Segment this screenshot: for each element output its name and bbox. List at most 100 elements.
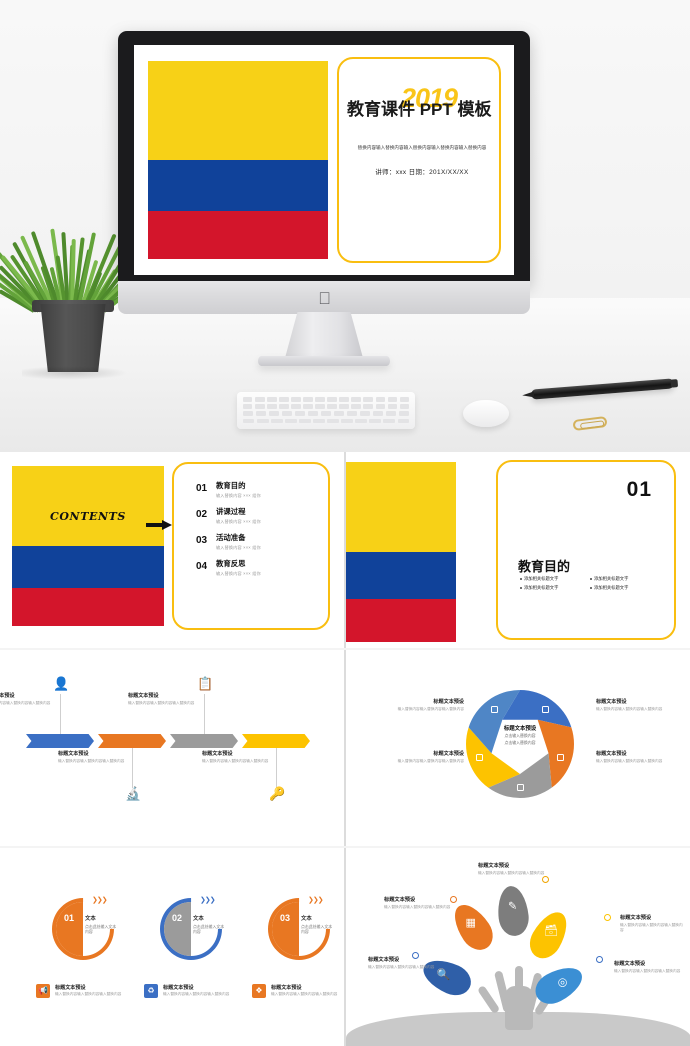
label-desc: 输入替换内容输入替换内容输入替换内容 — [397, 759, 464, 763]
label-desc: 输入替换内容输入替换内容输入替换内容 — [478, 871, 545, 875]
item-title: 教育反思 — [216, 558, 246, 568]
contents-card: 01 教育目的 输入替换内容 ××× 组你 02 讲课过程 输入替换内容 ××× 组你 03… — [172, 462, 330, 630]
process-arrow[interactable] — [98, 734, 166, 748]
monitor-foot — [258, 356, 390, 366]
process-label: 标题文本预设输入替换内容输入替换内容输入替换内容 — [0, 692, 54, 706]
circles-slide[interactable]: 01 ❯❯❯ 文本 点击此处输入文本内容 02 ❯❯❯ 文本 点击此处输入文本内容 03 ❯❯❯ 文… — [0, 848, 344, 1046]
process-arrow[interactable] — [26, 734, 94, 748]
chevrons-icon: ❯❯❯ — [308, 897, 324, 904]
bullet-item: 添加相关标题文字 — [520, 576, 582, 582]
contents-slide[interactable]: CONTENTS 01 教育目的 输入替换内容 ××× 组你 02 讲课过程 输入替换内容… — [0, 452, 344, 648]
flask-icon: 🔬 — [125, 786, 142, 801]
meta-text: 讲师：xxx 日期：201X/XX/XX — [375, 169, 469, 176]
process-label: 标题文本预设输入替换内容输入替换内容输入替换内容 — [202, 750, 272, 764]
circle-desc: 点击此处输入文本内容 — [193, 924, 225, 935]
section-bullets: 添加相关标题文字 添加相关标题文字 添加相关标题文字 添加相关标题文字 — [520, 576, 660, 591]
tree-marker-icon — [450, 896, 457, 903]
pentagon-label: 标题文本预设 输入替换内容输入替换内容输入替换内容 — [390, 750, 464, 764]
title-card: 2019 教育课件 PPT 模板 替换内容输入替换内容输入替换内容输入替换内容输… — [337, 57, 501, 263]
item-number: 03 — [196, 534, 208, 546]
search-icon: 🔍 — [436, 968, 451, 981]
contents-heading: CONTENTS — [50, 510, 126, 523]
process-arrow[interactable] — [170, 734, 238, 748]
potted-plant — [0, 218, 165, 380]
circle-number: 03 — [279, 913, 290, 923]
label-title: 标题文本预设 — [368, 957, 400, 963]
bullet-label: 添加相关标题文字 — [524, 576, 559, 581]
section-slide[interactable]: 01 教育目的 添加相关标题文字 添加相关标题文字 添加相关标题文字 添加相关标题文字 — [346, 452, 690, 648]
process-arrow[interactable] — [242, 734, 310, 748]
pentagon-label: 标题文本预设 输入替换内容输入替换内容输入替换内容 — [596, 750, 670, 764]
circle-label: 文本 — [193, 916, 204, 922]
legend-desc: 输入替换内容输入替换内容输入替换内容 — [55, 992, 122, 996]
list-item[interactable]: 02 讲课过程 输入替换内容 ××× 组你 — [196, 507, 316, 525]
process-slide[interactable]: 👤标题文本预设输入替换内容输入替换内容输入替换内容🔬标题文本预设输入替换内容输入… — [0, 650, 344, 846]
network-icon: ❖ — [252, 984, 266, 998]
document-icon — [475, 753, 483, 761]
tree-label: 标题文本预设 输入替换内容输入替换内容输入替换内容 — [368, 956, 454, 970]
pentagon-slide[interactable]: 标题文本预设 点击输入替换内容 点击输入替换内容 标题文本预设 输入替换内容输入替… — [346, 650, 690, 846]
tree-slide[interactable]: ▦ ✎ 🗃 🔍 ◎ 标题文本预设 输入替换内容输入替换内容输入替换内容 标题文本预设 输入替换… — [346, 848, 690, 1046]
list-item[interactable]: 01 教育目的 输入替换内容 ××× 组你 — [196, 481, 316, 499]
numbered-circle[interactable]: 02 ❯❯❯ 文本 点击此处输入文本内容 — [147, 885, 235, 973]
label-title: 标题文本预设 — [384, 897, 416, 903]
monitor-neck — [285, 312, 363, 358]
section-title: 教育目的 — [518, 559, 571, 574]
circle-desc: 点击此处输入文本内容 — [85, 924, 117, 935]
qr-icon: ▦ — [465, 917, 476, 930]
slide-row-1: CONTENTS 01 教育目的 输入替换内容 ××× 组你 02 讲课过程 输入替换内容… — [0, 452, 690, 648]
bullet-label: 添加相关标题文字 — [594, 576, 629, 581]
minus-box-icon — [516, 783, 524, 791]
label-title: 标题文本预设 — [128, 693, 159, 699]
pencil-icon: ✎ — [507, 900, 518, 913]
tree-label: 标题文本预设 输入替换内容输入替换内容输入替换内容 — [620, 914, 686, 934]
lock-icon: 🔑 — [269, 786, 286, 801]
recycle-icon: ♻ — [144, 984, 158, 998]
connector-line — [60, 694, 61, 734]
tree-label: 标题文本预设 输入替换内容输入替换内容输入替换内容 — [384, 896, 470, 910]
badge-icon — [557, 753, 565, 761]
label-title: 标题文本预设 — [433, 699, 464, 705]
bullet-dot-icon — [590, 578, 592, 580]
item-number: 04 — [196, 560, 208, 572]
label-desc: 输入替换内容输入替换内容输入替换内容 — [202, 759, 269, 763]
center-title: 标题文本预设 — [503, 726, 537, 732]
section-card: 01 教育目的 添加相关标题文字 添加相关标题文字 添加相关标题文字 添加相关标题文字 — [496, 460, 676, 640]
chevrons-icon: ❯❯❯ — [200, 897, 216, 904]
apple-logo-icon:  — [317, 290, 332, 307]
tree-label: 标题文本预设 输入替换内容输入替换内容输入替换内容 — [614, 960, 686, 974]
label-title: 标题文本预设 — [202, 751, 233, 757]
legend-title: 标题文本预设 — [55, 985, 86, 991]
label-desc: 输入替换内容输入替换内容输入替换内容 — [596, 759, 663, 763]
slide-row-2: 👤标题文本预设输入替换内容输入替换内容输入替换内容🔬标题文本预设输入替换内容输入… — [0, 650, 690, 846]
item-number: 02 — [196, 508, 208, 520]
item-title: 教育目的 — [216, 481, 246, 490]
page-title: 教育课件 PPT 模板 — [347, 100, 492, 119]
list-item[interactable]: 04 教育反思 输入替换内容 ××× 组你 — [196, 558, 316, 577]
list-item[interactable]: 03 活动准备 输入替换内容 ××× 组你 — [196, 533, 316, 551]
title-slide: 2019 教育课件 PPT 模板 替换内容输入替换内容输入替换内容输入替换内容输… — [134, 45, 514, 275]
connector-line — [132, 748, 133, 788]
label-title: 标题文本预设 — [614, 961, 646, 967]
legend-item[interactable]: 📢 标题文本预设 输入替换内容输入替换内容输入替换内容 — [36, 984, 136, 998]
tree-leaf[interactable]: ✎ — [495, 884, 531, 938]
process-label: 标题文本预设输入替换内容输入替换内容输入替换内容 — [128, 692, 198, 706]
bullet-label: 添加相关标题文字 — [594, 585, 629, 590]
bullet-dot-icon — [520, 587, 522, 589]
database-icon: 🗃 — [544, 925, 558, 938]
label-title: 标题文本预设 — [620, 915, 652, 921]
subtitle-text: 替换内容输入替换内容输入替换内容输入替换内容输入替换内容 — [357, 145, 487, 150]
legend-title: 标题文本预设 — [271, 985, 302, 991]
circle-label: 文本 — [85, 916, 96, 922]
legend-item[interactable]: ♻ 标题文本预设 输入替换内容输入替换内容输入替换内容 — [144, 984, 244, 998]
legend-item[interactable]: ❖ 标题文本预设 输入替换内容输入替换内容输入替换内容 — [252, 984, 344, 998]
circle-label: 文本 — [301, 916, 312, 922]
tree-label: 标题文本预设 输入替换内容输入替换内容输入替换内容 — [478, 862, 564, 876]
tree-marker-icon — [596, 956, 603, 963]
arrow-right-icon — [146, 520, 172, 530]
label-desc: 输入替换内容输入替换内容输入替换内容 — [58, 759, 125, 763]
imac-computer: 2019 教育课件 PPT 模板 替换内容输入替换内容输入替换内容输入替换内容输… — [118, 31, 530, 366]
numbered-circle[interactable]: 03 ❯❯❯ 文本 点击此处输入文本内容 — [255, 885, 343, 973]
numbered-circle[interactable]: 01 ❯❯❯ 文本 点击此处输入文本内容 — [39, 885, 127, 973]
pentagon-label: 标题文本预设 输入替换内容输入替换内容输入替换内容 — [390, 698, 464, 712]
